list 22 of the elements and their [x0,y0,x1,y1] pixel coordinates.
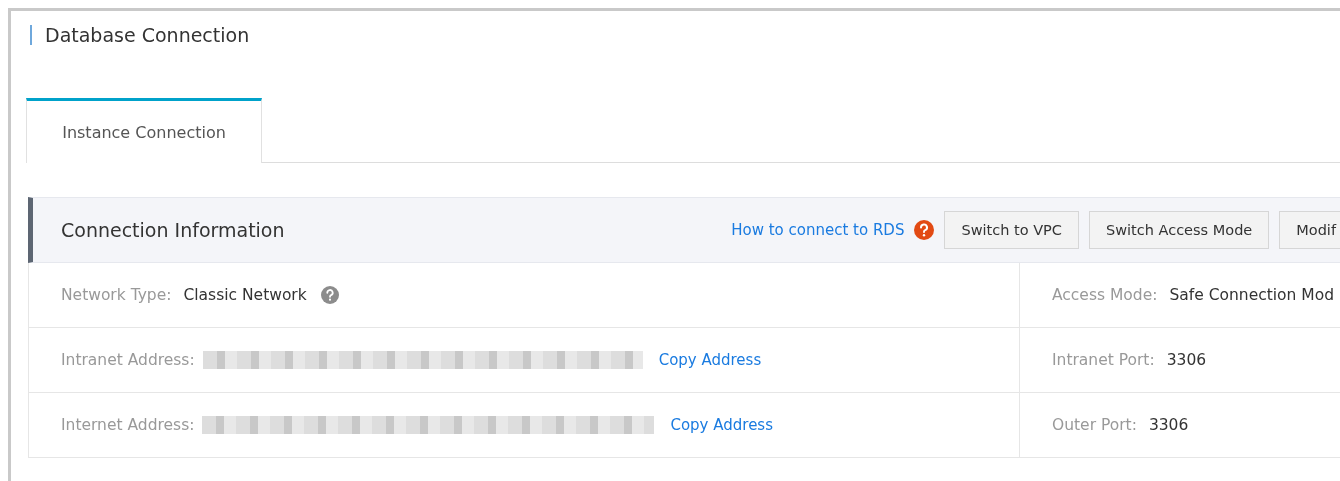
tab[interactable]: Instance Connection [26,98,262,163]
action-button[interactable]: Switch to VPC [944,211,1079,249]
panel-title: Connection Information [61,219,286,241]
field-label: Intranet Port: [1052,351,1155,369]
field-label: Intranet Address: [61,351,195,369]
field-value: 3306 [1148,416,1189,434]
help-icon[interactable] [320,286,339,304]
title-accent-bar [30,24,32,45]
field-value: 3306 [1166,351,1207,369]
page-title: Database Connection [45,23,250,46]
field-label: Outer Port: [1052,416,1137,434]
help-link[interactable]: How to connect to RDS [731,221,905,239]
field-label: Network Type: [61,286,172,304]
field-label: Internet Address: [61,416,195,434]
action-button[interactable]: Switch Access Mode [1088,211,1270,249]
help-icon[interactable] [914,220,935,240]
field-value: Safe Connection Mod [1169,286,1335,304]
copy-link[interactable]: Copy Address [658,351,762,369]
field-value: Classic Network [183,286,307,304]
copy-link[interactable]: Copy Address [670,416,773,434]
field-label: Access Mode: [1052,286,1158,304]
action-button[interactable]: Modif [1279,211,1340,249]
